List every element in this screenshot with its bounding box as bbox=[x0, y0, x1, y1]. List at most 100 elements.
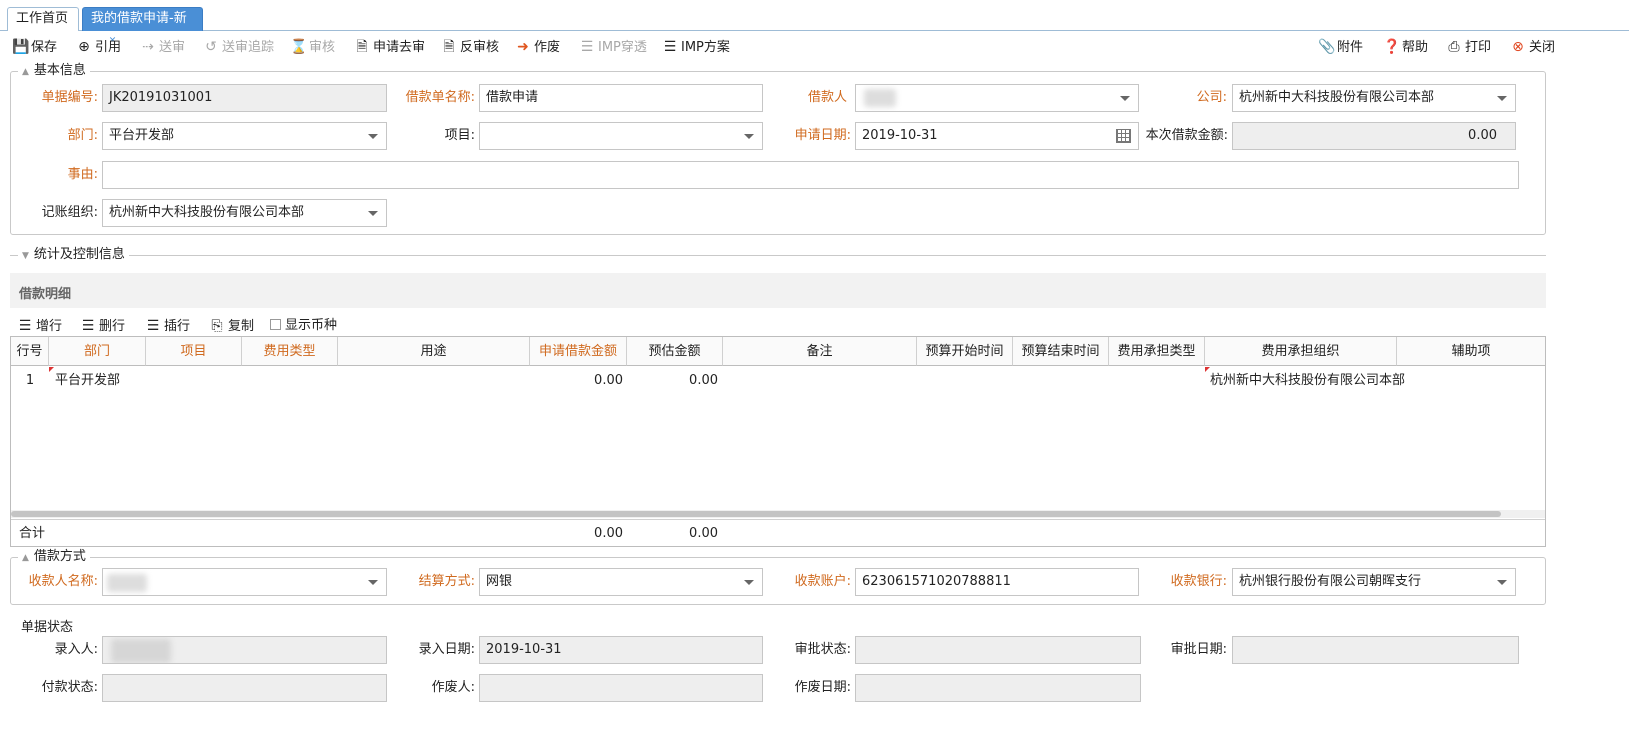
approve-status-field[interactable] bbox=[855, 636, 1141, 664]
estimate-cell[interactable]: 0.00 bbox=[627, 368, 718, 394]
entry-date-label: 录入日期: bbox=[418, 642, 475, 657]
entry-by-field[interactable] bbox=[102, 636, 387, 664]
horizontal-scrollbar[interactable] bbox=[11, 510, 1545, 518]
print-button[interactable]: ⎙ 打印 bbox=[1446, 36, 1491, 58]
acct-org-label: 记账组织: bbox=[41, 205, 98, 220]
payment-title: 借款方式 bbox=[33, 549, 86, 564]
name-field[interactable]: 借款申请 bbox=[479, 84, 763, 112]
doc-no-field[interactable]: JK20191031001 bbox=[102, 84, 387, 112]
unreview-label: 反审核 bbox=[460, 40, 500, 55]
name-value: 借款申请 bbox=[486, 90, 539, 105]
imp-plan-button[interactable]: ☰ IMP方案 bbox=[662, 36, 730, 58]
submit-button[interactable]: ⇢ 送审 bbox=[140, 36, 185, 58]
col-bear-type[interactable]: 费用承担类型 bbox=[1109, 337, 1205, 366]
col-aux[interactable]: 辅助项 bbox=[1397, 337, 1545, 366]
pay-status-field[interactable] bbox=[102, 674, 387, 702]
basic-info-legend[interactable]: ▲ 基本信息 bbox=[18, 63, 90, 80]
tab-loan-new[interactable]: 我的借款申请-新增 ✕ bbox=[82, 7, 203, 48]
scrollbar-thumb[interactable] bbox=[11, 511, 1501, 517]
redacted-name bbox=[107, 574, 147, 592]
status-title: 单据状态 bbox=[21, 620, 74, 635]
col-budget-end[interactable]: 预算结束时间 bbox=[1013, 337, 1109, 366]
amount-field[interactable]: 0.00 bbox=[1232, 122, 1516, 150]
divider bbox=[10, 255, 1546, 256]
stats-legend[interactable]: ▼ 统计及控制信息 bbox=[18, 247, 129, 264]
save-button[interactable]: 💾 保存 bbox=[12, 36, 57, 58]
void-by-label: 作废人: bbox=[431, 680, 475, 695]
col-apply-amount[interactable]: 申请借款金额 bbox=[530, 337, 627, 366]
close-circle-icon: ⊗ bbox=[1512, 39, 1524, 55]
method-value: 网银 bbox=[486, 574, 513, 589]
bank-value: 杭州银行股份有限公司朝晖支行 bbox=[1239, 574, 1422, 589]
delete-row-button[interactable]: ☰ 删行 bbox=[80, 315, 125, 337]
insert-row-button[interactable]: ☰ 插行 bbox=[145, 315, 190, 337]
amount-label: 本次借款金额: bbox=[1145, 128, 1228, 143]
bank-field[interactable]: 杭州银行股份有限公司朝晖支行 bbox=[1232, 568, 1516, 596]
col-purpose[interactable]: 用途 bbox=[338, 337, 530, 366]
add-doc-icon: ⊕ bbox=[78, 39, 90, 55]
acct-org-field[interactable]: 杭州新中大科技股份有限公司本部 bbox=[102, 199, 387, 227]
expand-icon: ▼ bbox=[22, 251, 29, 261]
account-field[interactable]: 623061571020788811 bbox=[855, 568, 1139, 596]
apply-amount-cell[interactable]: 0.00 bbox=[530, 368, 623, 394]
col-expense-type[interactable]: 费用类型 bbox=[242, 337, 338, 366]
printer-icon: ⎙ bbox=[1448, 39, 1460, 55]
acct-org-value: 杭州新中大科技股份有限公司本部 bbox=[109, 205, 305, 220]
total-divider bbox=[11, 519, 1545, 520]
add-row-icon: ☰ bbox=[18, 318, 32, 334]
total-estimate: 0.00 bbox=[689, 526, 718, 541]
help-label: 帮助 bbox=[1402, 40, 1429, 55]
project-field[interactable] bbox=[479, 122, 763, 150]
bear-org-cell[interactable]: 杭州新中大科技股份有限公司本部 bbox=[1210, 368, 1405, 394]
col-estimate[interactable]: 预估金额 bbox=[627, 337, 723, 366]
apply-review-button[interactable]: 🗎 申请去审 bbox=[354, 36, 425, 58]
copy-row-button[interactable]: ⎘ 复制 bbox=[209, 315, 254, 337]
row-no-cell: 1 bbox=[25, 373, 35, 388]
void-button[interactable]: ➜ 作废 bbox=[515, 36, 560, 58]
tab-bar: 工作首页 我的借款申请-新增 ✕ bbox=[0, 0, 1629, 48]
tab-home[interactable]: 工作首页 bbox=[7, 7, 79, 31]
imp-through-button[interactable]: ☰ IMP穿透 bbox=[579, 36, 647, 58]
unreview-button[interactable]: 🗎 反审核 bbox=[441, 36, 499, 58]
void-date-field[interactable] bbox=[855, 674, 1141, 702]
entry-by-label: 录入人: bbox=[54, 642, 98, 657]
dept-field[interactable]: 平台开发部 bbox=[102, 122, 387, 150]
print-label: 打印 bbox=[1465, 40, 1492, 55]
reason-field[interactable] bbox=[102, 161, 1519, 189]
entry-date-value: 2019-10-31 bbox=[486, 642, 562, 657]
payment-legend[interactable]: ▲ 借款方式 bbox=[18, 549, 90, 566]
approve-date-field[interactable] bbox=[1232, 636, 1519, 664]
show-currency-toggle[interactable]: 显示币种 bbox=[270, 315, 337, 337]
col-dept[interactable]: 部门 bbox=[49, 337, 146, 366]
show-currency-checkbox[interactable] bbox=[270, 319, 281, 330]
attach-button[interactable]: 📎 附件 bbox=[1318, 36, 1363, 58]
dropdown-icon bbox=[744, 134, 754, 139]
col-budget-start[interactable]: 预算开始时间 bbox=[917, 337, 1013, 366]
dropdown-icon bbox=[368, 134, 378, 139]
add-row-button[interactable]: ☰ 增行 bbox=[17, 315, 62, 337]
quote-button[interactable]: ⊕ 引用 bbox=[76, 36, 121, 58]
doc-no-label: 单据编号: bbox=[41, 90, 98, 105]
date-field[interactable]: 2019-10-31 bbox=[855, 122, 1139, 150]
entry-date-field[interactable]: 2019-10-31 bbox=[479, 636, 763, 664]
review-button[interactable]: ⌛ 审核 bbox=[290, 36, 335, 58]
company-field[interactable]: 杭州新中大科技股份有限公司本部 bbox=[1232, 84, 1516, 112]
col-bear-org[interactable]: 费用承担组织 bbox=[1205, 337, 1397, 366]
track-button[interactable]: ↺ 送审追踪 bbox=[203, 36, 274, 58]
help-button[interactable]: ❓ 帮助 bbox=[1383, 36, 1428, 58]
detail-grid: 行号 部门 项目 费用类型 用途 申请借款金额 预估金额 备注 预算开始时间 预… bbox=[10, 336, 1546, 547]
method-field[interactable]: 网银 bbox=[479, 568, 763, 596]
date-value: 2019-10-31 bbox=[862, 128, 938, 143]
account-value: 623061571020788811 bbox=[862, 574, 1011, 589]
borrower-label: 借款人 bbox=[807, 90, 847, 105]
payee-field[interactable] bbox=[102, 568, 387, 596]
borrower-field[interactable] bbox=[855, 84, 1139, 112]
close-button[interactable]: ⊗ 关闭 bbox=[1510, 36, 1555, 58]
col-remark[interactable]: 备注 bbox=[723, 337, 917, 366]
calendar-icon[interactable] bbox=[1116, 129, 1131, 143]
col-row-no: 行号 bbox=[11, 337, 49, 366]
dept-cell[interactable]: 平台开发部 bbox=[55, 368, 145, 394]
detail-header bbox=[10, 273, 1546, 308]
col-project[interactable]: 项目 bbox=[146, 337, 242, 366]
void-by-field[interactable] bbox=[479, 674, 763, 702]
